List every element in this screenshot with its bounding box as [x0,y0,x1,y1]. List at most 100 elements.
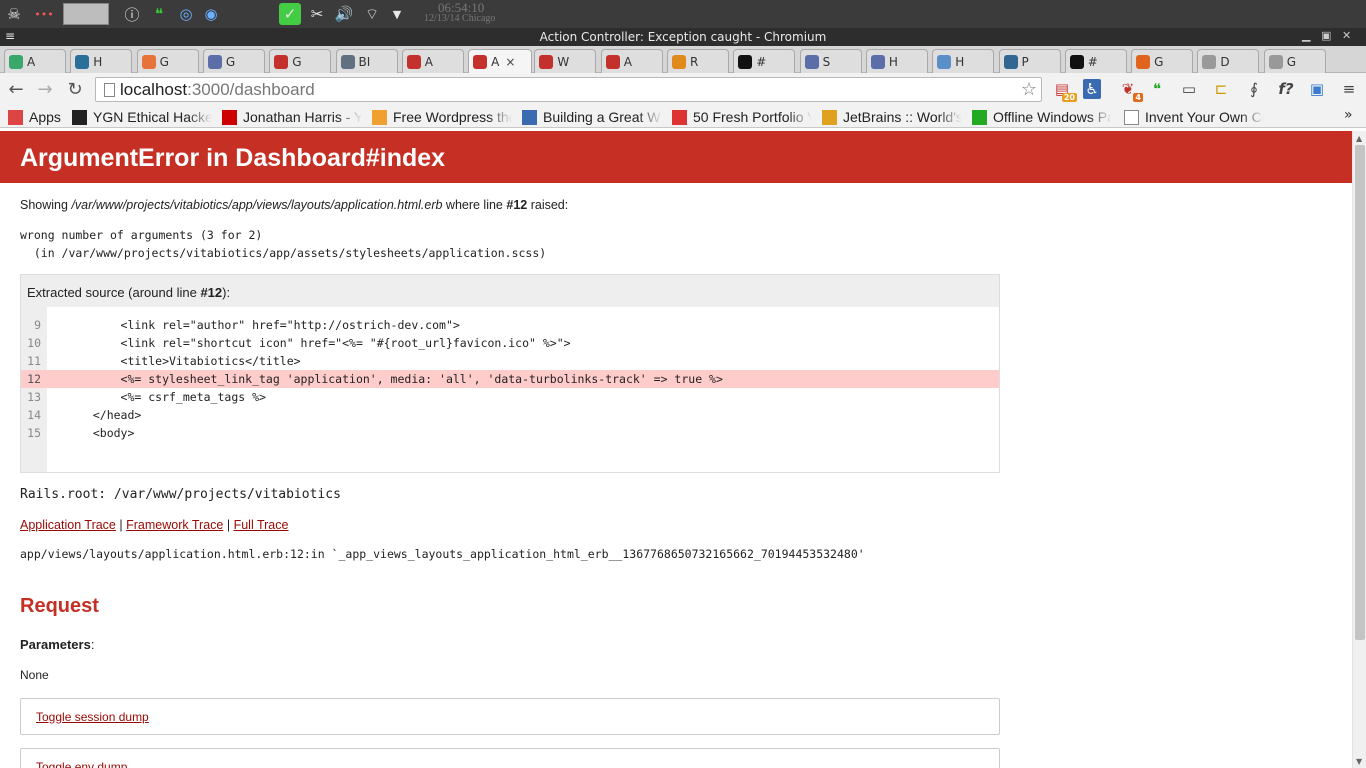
bookmark-star-icon[interactable]: ☆ [1021,79,1037,100]
reload-button[interactable]: ↻ [63,77,87,101]
info-icon[interactable]: ⓘ [121,3,143,25]
line-number: 15 [27,426,41,440]
line-code: </head> [79,408,142,422]
font-query-icon[interactable]: f? [1275,79,1297,99]
forward-button[interactable]: → [33,77,57,101]
address-bar[interactable]: localhost:3000/dashboard ☆ [95,77,1042,102]
address-host: localhost [120,80,188,99]
os-taskbar: ☠ ••• ⓘ ❝ ◎ ◉ ✓ ✂ 🔊 ⌔ ▼ 06:54:10 12/13/1… [0,0,1366,28]
elephant-icon [1003,54,1018,69]
trace-separator: | [119,518,123,532]
bookmark-fade [638,108,662,126]
framework-trace-link[interactable]: Framework Trace [126,518,223,532]
bookmark-item[interactable]: YGN Ethical Hacke [72,108,212,126]
browser-tab[interactable]: A [401,49,464,73]
scissors-icon[interactable]: ✂ [306,3,328,25]
line-number: 13 [27,390,41,404]
source-line: 15 <body> [21,424,999,442]
steam-icon[interactable]: ◉ [200,3,222,25]
h-box-icon [870,54,885,69]
tab-label: A [424,54,434,69]
browser-tab[interactable]: A [4,49,66,73]
source-code: 9 <link rel="author" href="http://ostric… [21,307,999,472]
toggle-session-dump-link[interactable]: Toggle session dump [36,710,149,724]
workspace-preview[interactable] [63,3,109,25]
r-icon [738,54,753,69]
browser-tab[interactable]: R [667,49,729,73]
browser-tab[interactable]: G [202,49,265,73]
showing-line-number: #12 [506,198,528,212]
maximize-button[interactable]: ▣ [1321,29,1331,42]
line-number: 12 [27,372,41,386]
scroll-down-icon[interactable]: ▼ [1356,757,1362,766]
browser-tab[interactable]: G [136,49,199,73]
browser-tab[interactable]: # [1064,49,1127,73]
bookmark-item[interactable]: Invent Your Own Co [1124,108,1264,126]
browser-tab[interactable]: A [600,49,663,73]
browser-tab[interactable]: P [998,49,1061,73]
distro-skull-icon[interactable]: ☠ [2,3,26,25]
bookmark-item[interactable]: Apps [8,108,64,126]
scroll-up-icon[interactable]: ▲ [1356,134,1362,143]
cast-icon[interactable]: ▭ [1178,79,1200,99]
source-line: 11 <title>Vitabiotics</title> [21,352,999,370]
browser-tab[interactable]: H [865,49,928,73]
parameters-label: Parameters: [20,637,94,652]
stack-extension-icon[interactable]: ▤ 20 [1051,79,1077,102]
browser-tab[interactable]: BI [335,49,398,73]
window-resizer-icon[interactable]: ▣ [1306,79,1328,99]
trace-line: app/views/layouts/application.html.erb:1… [20,547,865,561]
page-icon [1268,54,1283,69]
clock[interactable]: 06:54:10 12/13/14 Chicago [424,0,514,28]
minimize-button[interactable]: ▁ [1302,29,1310,42]
page-icon [1202,54,1217,69]
browser-tab[interactable]: # [733,49,796,73]
showing-suffix: raised: [527,198,569,212]
wifi-icon[interactable]: ⌔ [361,3,383,25]
line-number: 11 [27,354,41,368]
tray-dropdown-icon[interactable]: ▼ [387,3,407,25]
full-trace-link[interactable]: Full Trace [234,518,289,532]
page-scrollbar[interactable]: ▲ ▼ [1352,131,1366,768]
scrollbar-thumb[interactable] [1355,145,1365,640]
volume-icon[interactable]: 🔊 [333,3,355,25]
bookmark-item[interactable]: JetBrains :: World's [822,108,962,126]
tab-label: H [93,54,103,69]
function-icon[interactable]: ∮ [1243,79,1265,99]
bookmark-item[interactable]: Free Wordpress the [372,108,512,126]
browser-tab[interactable]: D [1197,49,1260,73]
browser-tab[interactable]: W [534,49,597,73]
hangouts-extension-icon[interactable]: ❝ [1146,79,1168,99]
extracted-source-caption: Extracted source (around line #12): [27,285,230,300]
back-button[interactable]: ← [4,77,28,101]
browser-tab[interactable]: A × [468,49,533,73]
application-trace-link[interactable]: Application Trace [20,518,116,532]
chrome-menu-icon[interactable]: ≡ [1338,79,1360,99]
browser-tab[interactable]: G [269,49,332,73]
bookmarks-overflow-button[interactable]: » [1344,107,1353,123]
browser-tab[interactable]: H [932,49,995,73]
close-window-button[interactable]: ✕ [1342,29,1351,42]
browser-tab[interactable]: H [70,49,133,73]
ruler-icon[interactable]: ⊏ [1210,79,1232,99]
bookmark-item[interactable]: Building a Great W [522,108,662,126]
checkmark-tray-icon[interactable]: ✓ [279,3,301,25]
bookmark-item[interactable]: Jonathan Harris - Y [222,108,362,126]
hangouts-icon[interactable]: ❝ [148,3,170,25]
close-tab-icon[interactable]: × [505,55,515,69]
chromium-icon[interactable]: ◎ [175,3,197,25]
toggle-env-dump-link[interactable]: Toggle env dump [36,760,127,768]
extracted-source-box: Extracted source (around line #12): 9 <l… [20,274,1000,473]
address-url[interactable]: localhost:3000/dashboard [120,80,315,100]
bookmark-item[interactable]: Offline Windows Pa [972,108,1112,126]
bookmark-item[interactable]: 50 Fresh Portfolio V [672,108,812,126]
rails-extension-icon[interactable]: ❦ 4 [1117,79,1143,102]
accessibility-extension-icon[interactable]: ♿ [1083,79,1101,99]
browser-tab[interactable]: S [799,49,862,73]
dots-menu-icon[interactable]: ••• [34,3,54,25]
error-message-1: wrong number of arguments (3 for 2) [20,228,263,242]
browser-tab[interactable]: G [1263,49,1326,73]
tab-label: BI [358,54,371,69]
env-dump-box: Toggle env dump [20,748,1000,768]
browser-tab[interactable]: G [1131,49,1194,73]
